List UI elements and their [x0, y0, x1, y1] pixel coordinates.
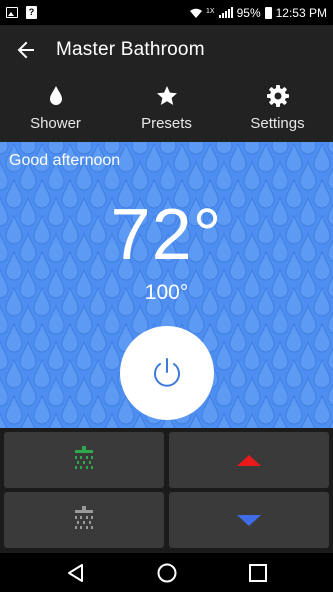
- tab-presets[interactable]: Presets: [111, 74, 222, 142]
- power-icon: [154, 358, 180, 387]
- arrow-left-icon[interactable]: [16, 40, 36, 60]
- target-temperature: 100°: [144, 281, 189, 304]
- shower-head-icon: [75, 446, 93, 469]
- shower-head-icon: [75, 506, 93, 529]
- temperature-panel: Good afternoon 72° 100°: [0, 142, 333, 428]
- status-bar: ? 1X 95% 12:53 PM: [0, 0, 333, 25]
- image-icon: [6, 7, 18, 18]
- tab-shower[interactable]: Shower: [0, 74, 111, 142]
- back-triangle-icon[interactable]: [65, 562, 87, 584]
- droplet-icon: [49, 86, 62, 105]
- temp-down-button[interactable]: [169, 492, 329, 548]
- battery-icon: [264, 6, 272, 19]
- tab-bar: Shower Presets Settings: [0, 74, 333, 142]
- control-grid: [0, 428, 333, 553]
- current-temperature: 72°: [110, 195, 223, 275]
- tab-label: Settings: [250, 115, 305, 132]
- recents-square-icon[interactable]: [247, 562, 269, 584]
- system-nav-bar: [0, 553, 333, 592]
- power-button[interactable]: [120, 326, 214, 420]
- arrow-down-icon: [237, 514, 261, 526]
- greeting: Good afternoon: [9, 152, 121, 169]
- outlet-1-button[interactable]: [4, 432, 164, 488]
- wifi-icon: [190, 8, 203, 18]
- signal-icon: [218, 7, 233, 18]
- arrow-up-icon: [237, 454, 261, 466]
- home-circle-icon[interactable]: [156, 562, 178, 584]
- star-icon: [156, 86, 177, 105]
- unknown-app-icon: ?: [26, 6, 37, 19]
- tab-settings[interactable]: Settings: [222, 74, 333, 142]
- outlet-2-button[interactable]: [4, 492, 164, 548]
- page-title: Master Bathroom: [56, 38, 205, 60]
- tab-label: Presets: [141, 115, 192, 132]
- gear-icon: [266, 85, 289, 107]
- tab-label: Shower: [30, 115, 81, 132]
- app-bar: Master Bathroom: [0, 25, 333, 74]
- clock: 12:53 PM: [275, 5, 327, 20]
- temp-up-button[interactable]: [169, 432, 329, 488]
- battery-percent: 95%: [236, 5, 261, 20]
- network-type: 1X: [206, 7, 215, 15]
